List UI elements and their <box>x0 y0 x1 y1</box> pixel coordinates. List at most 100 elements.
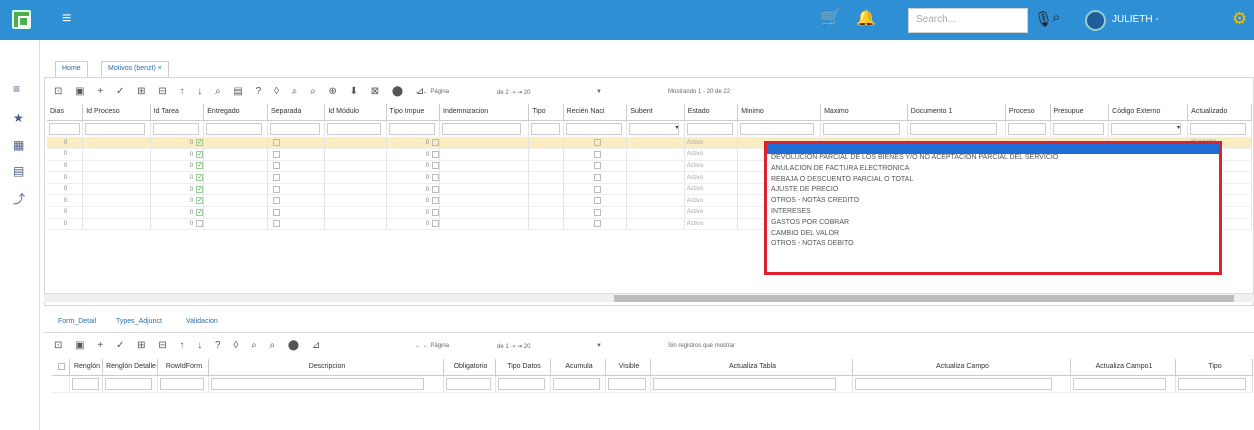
checkbox-entregado[interactable]: ✓ <box>196 197 203 205</box>
bell-icon[interactable]: 🔔 <box>856 8 876 28</box>
dropdown-option[interactable]: INTERESES <box>767 208 1219 219</box>
filter-input[interactable] <box>565 122 622 135</box>
grid-icon[interactable]: ▤ <box>13 164 24 178</box>
column-header[interactable]: Minimo <box>737 104 822 121</box>
filter-input[interactable]: ▾ <box>629 122 680 135</box>
codigo-externo-dropdown[interactable]: DEVOLUCION PARCIAL DE LOS BIENES Y/O NO … <box>764 141 1222 275</box>
scrollbar-thumb[interactable] <box>614 295 1234 302</box>
checkbox-recien[interactable] <box>594 174 602 182</box>
detail-column-header[interactable]: Descripcion <box>208 359 444 376</box>
checkbox-indemn[interactable] <box>432 162 439 170</box>
filter-input[interactable] <box>909 122 998 135</box>
detail-filter-input[interactable] <box>854 377 1053 390</box>
checkbox-recien[interactable] <box>594 208 602 216</box>
checkbox-entregado[interactable]: ✓ <box>196 139 203 147</box>
tab-motivos[interactable]: Motivos (benzt) × <box>101 61 169 77</box>
detail-filter-input[interactable] <box>1072 377 1167 390</box>
detail-filter-input[interactable] <box>1177 377 1246 390</box>
detail-column-header[interactable]: RowIdForm <box>157 359 209 376</box>
dropdown-option[interactable]: CAMBIO DEL VALOR <box>767 230 1219 241</box>
column-header[interactable]: Subent <box>626 104 685 121</box>
column-header[interactable]: Documento 1 <box>907 104 1006 121</box>
filter-input[interactable] <box>686 122 734 135</box>
checkbox-recien[interactable] <box>594 197 602 205</box>
checkbox-separada[interactable] <box>272 174 280 182</box>
detail-column-header[interactable]: Obligatorio <box>443 359 496 376</box>
pager-size[interactable]: ▼ <box>596 89 602 95</box>
checkbox-separada[interactable] <box>272 162 280 170</box>
detail-filter-input[interactable] <box>445 377 491 390</box>
column-header[interactable]: Id Tarea <box>150 104 205 121</box>
filter-input[interactable] <box>206 122 263 135</box>
checkbox-separada[interactable] <box>272 150 280 158</box>
checkbox-indemn[interactable] <box>432 208 439 216</box>
checkbox-entregado[interactable]: ✓ <box>196 162 203 170</box>
filter-input[interactable] <box>740 122 814 135</box>
column-header[interactable]: Maximo <box>820 104 908 121</box>
column-header[interactable]: Presupue <box>1050 104 1110 121</box>
dropdown-option[interactable]: OTROS - NOTAS CREDITO <box>767 197 1219 208</box>
detail-filter-input[interactable] <box>159 377 204 390</box>
search-input[interactable]: Search... <box>908 8 1028 33</box>
column-header[interactable]: Id Proceso <box>82 104 151 121</box>
detail-column-header[interactable]: Actualiza Tabla <box>650 359 853 376</box>
checkbox-indemn[interactable] <box>432 185 439 193</box>
detail-column-header[interactable]: Tipo Datos <box>495 359 551 376</box>
column-header[interactable]: Indemnizacion <box>439 104 530 121</box>
user-menu[interactable]: JULIETH - <box>1112 14 1159 25</box>
column-header[interactable]: Id Módulo <box>324 104 387 121</box>
filter-input[interactable] <box>531 122 561 135</box>
detail-column-header[interactable]: Acumula <box>550 359 606 376</box>
filter-input[interactable] <box>823 122 901 135</box>
detail-column-header[interactable]: Actualiza Campo <box>852 359 1071 376</box>
column-header[interactable]: Tipo Impue <box>386 104 441 121</box>
dropdown-option[interactable]: REBAJA O DESCUENTO PARCIAL O TOTAL <box>767 176 1219 187</box>
checkbox-recien[interactable] <box>594 139 602 147</box>
checkbox-indemn[interactable] <box>432 220 439 228</box>
calendar-icon[interactable]: ▦ <box>13 138 24 152</box>
checkbox-separada[interactable] <box>272 197 280 205</box>
app-logo[interactable] <box>0 0 44 40</box>
checkbox-separada[interactable] <box>272 220 280 228</box>
star-icon[interactable]: ★ <box>13 111 24 125</box>
filter-input[interactable] <box>152 122 200 135</box>
cart-icon[interactable]: 🛒 <box>820 8 841 28</box>
gear-icon[interactable]: ⚙ <box>1232 9 1247 29</box>
checkbox-separada[interactable] <box>272 139 280 147</box>
checkbox-indemn[interactable] <box>432 139 439 147</box>
checkbox-entregado[interactable]: ✓ <box>196 174 203 182</box>
detail-pager-page[interactable]: ← ← Página <box>415 343 449 349</box>
column-header[interactable]: Actualizado <box>1187 104 1252 121</box>
column-header[interactable]: Dias <box>47 104 84 121</box>
detail-column-header[interactable]: Renglón Detalle <box>102 359 158 376</box>
dropdown-option[interactable]: AJUSTE DE PRECIO <box>767 186 1219 197</box>
search-icon[interactable]: ⌕ <box>1052 9 1060 26</box>
checkbox-separada[interactable] <box>272 185 280 193</box>
filter-input[interactable] <box>1190 122 1247 135</box>
detail-filter-input[interactable] <box>607 377 647 390</box>
pager-page[interactable]: ← ← Página <box>415 89 449 95</box>
checkbox-separada[interactable] <box>272 208 280 216</box>
checkbox-indemn[interactable] <box>432 174 439 182</box>
column-header[interactable]: Separada <box>267 104 326 121</box>
checkbox-entregado[interactable]: ✓ <box>196 185 203 193</box>
detail-pager-of[interactable]: de 1 ⇢ ⇥ 20 <box>497 343 530 350</box>
filter-input[interactable] <box>49 122 80 135</box>
list-icon[interactable]: ≡ <box>13 82 20 96</box>
pager-of[interactable]: de 2 ⇢ ⇥ 20 <box>497 89 530 96</box>
detail-column-header[interactable]: Tipo <box>1175 359 1253 376</box>
user-avatar[interactable] <box>1085 10 1106 31</box>
detail-filter-input[interactable] <box>652 377 836 390</box>
checkbox-recien[interactable] <box>594 150 602 158</box>
dropdown-option[interactable]: ANULACION DE FACTURA ELECTRONICA <box>767 165 1219 176</box>
tab-form-detail[interactable]: Form_Detail <box>58 318 96 325</box>
column-header[interactable]: Entregado <box>203 104 268 121</box>
grid-toolbar[interactable]: ⊡ ▣ + ✓ ⊞ ⊟ ↑ ↓ ⌕ ▤ ? ◊ ⌕ ⌕ ⊕ ⬇ ⊠ ⬤ ⊿ <box>54 86 429 100</box>
detail-filter-input[interactable] <box>497 377 546 390</box>
detail-column-header[interactable] <box>52 359 70 376</box>
column-header[interactable]: Tipo <box>528 104 564 121</box>
horizontal-scrollbar[interactable] <box>44 293 1254 302</box>
tab-types-adjunct[interactable]: Types_Adjunct <box>116 318 162 325</box>
tab-validacion[interactable]: Validacion <box>186 318 218 325</box>
filter-input[interactable] <box>1052 122 1104 135</box>
